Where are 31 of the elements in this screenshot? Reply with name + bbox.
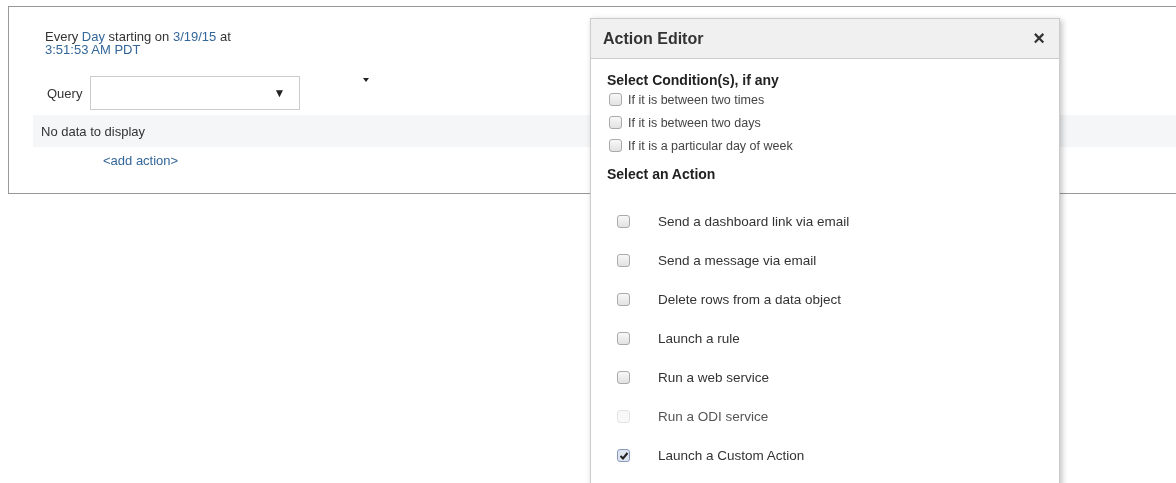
- schedule-text: Every Day starting on 3/19/15 at 3:51:53 AM PDT: [45, 30, 232, 56]
- condition-label: If it is a particular day of week: [628, 138, 793, 153]
- action-label: Send a dashboard link via email: [658, 214, 850, 229]
- empty-message: No data to display: [41, 123, 146, 139]
- schedule-link[interactable]: 3/19/15: [172, 29, 217, 44]
- query-dropdown[interactable]: ▼: [90, 76, 301, 110]
- add-action-link[interactable]: <add action>: [103, 153, 179, 168]
- section-heading: Select Condition(s), if any: [607, 72, 780, 88]
- checkbox[interactable]: [609, 139, 622, 152]
- checkbox[interactable]: [617, 449, 630, 462]
- query-label: Query: [47, 85, 83, 101]
- condition-label: If it is between two days: [628, 115, 761, 130]
- schedule-link[interactable]: Day: [81, 29, 105, 44]
- action-label: Launch a Custom Action: [658, 448, 805, 463]
- checkbox[interactable]: [617, 215, 630, 228]
- checkbox[interactable]: [609, 116, 622, 129]
- action-label: Send a message via email: [658, 253, 817, 268]
- condition-label: If it is between two times: [628, 92, 765, 107]
- checkbox[interactable]: [617, 332, 630, 345]
- dialog-title: Action Editor: [603, 29, 704, 48]
- action-label: Run a ODI service: [658, 409, 769, 424]
- checkbox[interactable]: [609, 93, 622, 106]
- section-heading: Select an Action: [607, 166, 717, 182]
- checkbox[interactable]: [617, 371, 630, 384]
- close-button[interactable]: ×: [1033, 27, 1045, 50]
- action-label: Run a web service: [658, 370, 770, 385]
- checkbox[interactable]: [617, 293, 630, 306]
- action-label: Launch a rule: [658, 331, 740, 346]
- caret-icon[interactable]: [363, 78, 369, 82]
- checkbox[interactable]: [617, 254, 630, 267]
- action-label: Delete rows from a data object: [658, 292, 842, 307]
